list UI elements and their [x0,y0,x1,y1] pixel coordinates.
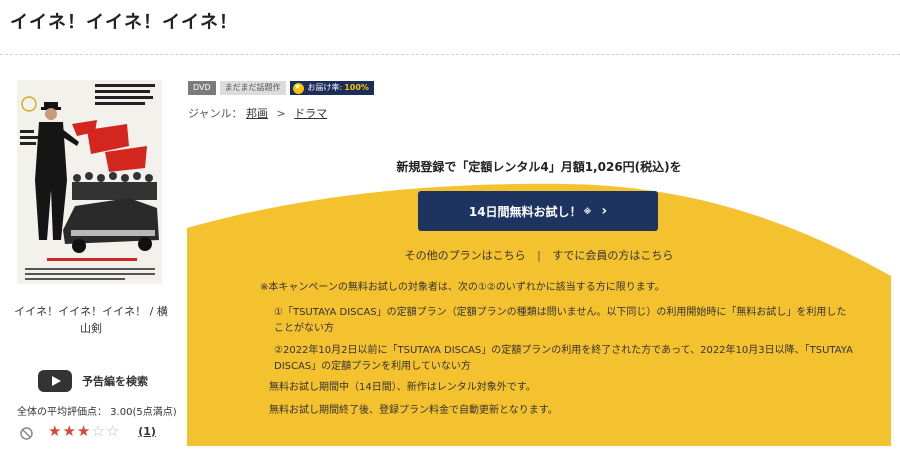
other-plans-link[interactable]: その他のプランはこちら [405,249,526,262]
youtube-play-icon [38,370,72,392]
notes-condition-2: ②2022年10月2日以前に「TSUTAYA DISCAS」の定額プランの利用を… [274,345,853,372]
free-trial-button[interactable]: 14日間無料お試し！ ※ › [418,191,658,231]
badge-row: DVD まだまだ話題作 お届け率: 100% [188,80,378,95]
no-rating-icon[interactable] [20,425,33,440]
rating-row: ★★★☆☆ (1) [20,422,156,440]
genre-link-drama[interactable]: ドラマ [294,107,327,120]
notes-condition-1: ①「TSUTAYA DISCAS」の定額プラン（定額プランの種類は問いません。以… [274,307,847,334]
notes-intro: ※本キャンペーンの無料お試しの対象者は、次の①②のいずれかに該当する方に限ります… [260,282,665,293]
star-rating-empty: ☆☆ [91,422,121,440]
page-title: イイネ！イイネ！イイネ！ [10,12,238,33]
delivery-rate-label: お届け率: [307,83,343,92]
poster-artwork [17,80,162,284]
format-badge: DVD [188,81,216,95]
star-rating-filled: ★★★ [48,422,92,440]
genre-link-hougaku[interactable]: 邦画 [246,107,268,120]
genre-separator: > [276,107,286,120]
poster-caption[interactable]: イイネ！イイネ！イイネ！ / 横山剣 [12,303,170,337]
star-coin-icon [292,80,304,94]
delivery-rate-badge: お届け率: 100% [289,80,374,95]
star-rating[interactable]: ★★★☆☆ [48,422,120,440]
plan-links-separator: | [537,249,541,262]
trailer-search-label: 予告編を検索 [82,375,148,388]
member-login-link[interactable]: すでに会員の方はこちら [552,249,673,262]
delivery-rate-value: 100% [344,83,369,92]
notes-trial-period: 無料お試し期間中（14日間）、新作はレンタル対象外です。 [269,382,536,393]
campaign-headline: 新規登録で「定額レンタル4」月額1,026円(税込)を [396,160,682,174]
average-rating-text: 全体の平均評価点： 3.00(5点満点) [17,407,177,418]
review-count-link[interactable]: (1) [138,425,156,438]
trending-badge: まだまだ話題作 [219,81,286,95]
trailer-search-button[interactable]: 予告編を検索 [38,370,148,392]
free-trial-note-mark: ※ [583,206,592,216]
movie-poster[interactable] [17,80,162,284]
title-divider [0,54,900,55]
free-trial-label: 14日間無料お試し！ [468,204,582,219]
chevron-right-icon: › [601,203,608,219]
notes-after-trial: 無料お試し期間終了後、登録プラン料金で自動更新となります。 [269,405,558,416]
plan-links: その他のプランはこちら | すでに会員の方はこちら [187,247,891,263]
genre-breadcrumb: ジャンル： 邦画 > ドラマ [188,105,327,121]
genre-label: ジャンル： [188,107,243,120]
